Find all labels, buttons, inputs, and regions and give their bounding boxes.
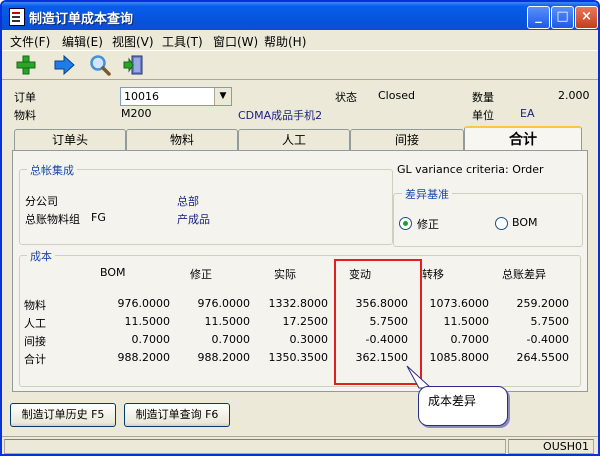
minimize-button[interactable]: _ [527,6,550,29]
arrow-right-icon[interactable] [52,54,76,76]
status-user: OUSH01 [543,440,589,453]
col-transfer: 转移 [422,268,444,281]
col-actual: 实际 [274,268,296,281]
tab-order-header[interactable]: 订单头 [14,129,126,150]
ledger-group-title: 总帐集成 [27,162,77,178]
maximize-button[interactable]: □ [551,6,574,29]
cell-labor-revised: 11.5000 [204,315,251,328]
ledger-group [19,169,393,245]
chevron-down-icon[interactable]: ▼ [214,88,231,105]
status-pane-user: OUSH01 [508,439,594,454]
callout-bubble: 成本差异 [418,386,508,426]
status-bar: OUSH01 [2,436,598,454]
cell-total-bom: 988.2000 [117,351,171,364]
material-label: 物料 [14,109,36,122]
app-icon [9,8,25,26]
tab-labor[interactable]: 人工 [238,129,350,150]
tab-material[interactable]: 物料 [126,129,238,150]
cell-labor-gl: 5.7500 [530,315,570,328]
unit-label: 单位 [472,109,494,122]
status-pane-main [4,439,506,454]
variance-basis-title: 差异基准 [402,186,452,202]
menu-window[interactable]: 窗口(W) [213,33,258,50]
menu-help[interactable]: 帮助(H) [264,33,306,50]
cell-total-revised: 988.2000 [197,351,251,364]
material-group-label: 总账物料组 [25,213,80,226]
menu-tools[interactable]: 工具(T) [162,33,203,50]
material-desc: CDMA成品手机2 [238,109,323,122]
qty-label: 数量 [472,91,494,104]
order-history-button[interactable]: 制造订单历史 F5 [10,403,116,427]
window-title: 制造订单成本查询 [29,12,134,27]
cell-material-transfer: 1073.6000 [429,297,490,310]
order-combobox[interactable]: 10016 ▼ [120,87,232,106]
radio-revised[interactable] [399,217,412,230]
menu-edit[interactable]: 编辑(E) [62,33,103,50]
cell-total-actual: 1350.3500 [268,351,329,364]
title-bar[interactable]: 制造订单成本查询 _ □ × [2,2,598,30]
cell-overhead-transfer: 0.7000 [450,333,490,346]
order-value: 10016 [124,90,159,103]
cell-labor-transfer: 11.5000 [443,315,490,328]
cell-overhead-actual: 0.3000 [289,333,329,346]
cell-overhead-bom: 0.7000 [131,333,171,346]
cell-total-transfer: 1085.8000 [429,351,490,364]
material-code: M200 [121,107,152,120]
material-group-code: FG [91,211,106,224]
unit-value: EA [520,107,535,120]
cell-material-actual: 1332.8000 [268,297,329,310]
variance-criteria: GL variance criteria: Order [397,163,544,176]
row-label-total: 合计 [24,353,46,366]
col-gl-variance: 总账差异 [502,268,546,281]
toolbar [2,50,598,80]
main-window: 制造订单成本查询 _ □ × 文件(F) 编辑(E) 视图(V) 工具(T) 窗… [0,0,600,456]
tab-overhead[interactable]: 间接 [350,129,464,150]
company-value: 总部 [177,195,199,208]
cost-group-title: 成本 [27,248,55,264]
tab-total[interactable]: 合计 [464,126,582,153]
magnifier-icon[interactable] [88,54,112,76]
close-button[interactable]: × [575,6,598,29]
status-label: 状态 [335,91,357,104]
cell-material-gl: 259.2000 [516,297,570,310]
menu-file[interactable]: 文件(F) [10,33,50,50]
cell-labor-bom: 11.5000 [124,315,171,328]
row-label-material: 物料 [24,299,46,312]
cell-overhead-revised: 0.7000 [211,333,251,346]
material-group-value: 产成品 [177,213,210,226]
company-label: 分公司 [25,195,58,208]
menu-view[interactable]: 视图(V) [112,33,154,50]
exit-door-icon[interactable] [122,54,146,76]
row-label-labor: 人工 [24,317,46,330]
radio-bom[interactable] [495,217,508,230]
radio-bom-label: BOM [512,216,538,229]
cell-labor-actual: 17.2500 [282,315,329,328]
menu-bar: 文件(F) 编辑(E) 视图(V) 工具(T) 窗口(W) 帮助(H) [2,30,598,50]
qty-value: 2.000 [558,89,590,102]
order-label: 订单 [14,91,36,104]
order-query-button[interactable]: 制造订单查询 F6 [124,403,230,427]
row-label-overhead: 间接 [24,335,46,348]
radio-revised-label: 修正 [417,218,439,231]
callout-text: 成本差异 [428,394,477,408]
status-value: Closed [378,89,415,102]
col-revised: 修正 [190,268,212,281]
cell-material-revised: 976.0000 [197,297,251,310]
cell-overhead-gl: -0.4000 [526,333,569,346]
cell-total-gl: 264.5500 [516,351,570,364]
col-bom: BOM [100,266,126,279]
cell-material-bom: 976.0000 [117,297,171,310]
add-icon[interactable] [14,54,38,76]
